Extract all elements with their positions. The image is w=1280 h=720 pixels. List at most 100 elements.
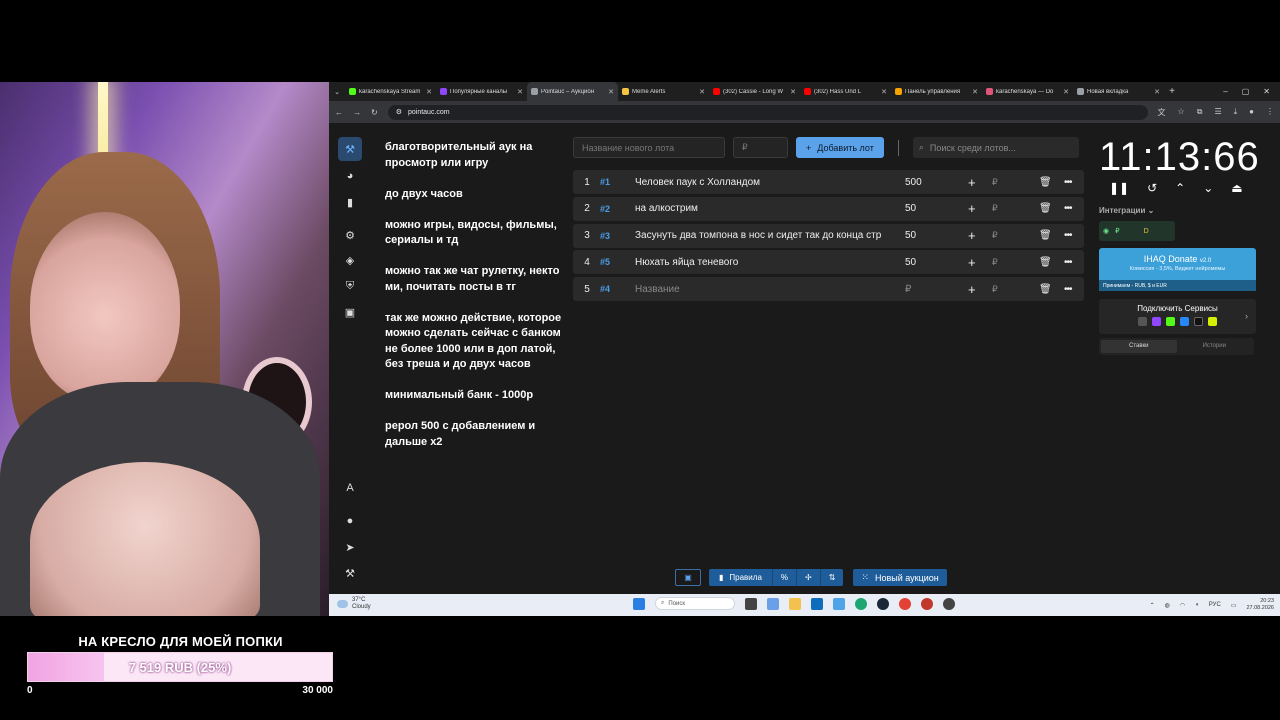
more-options-icon[interactable]: ••• bbox=[1064, 177, 1072, 188]
lot-name-input[interactable]: Нюхать яйца теневого bbox=[635, 257, 893, 268]
reset-icon[interactable]: ↺ bbox=[1147, 181, 1157, 195]
lot-amount-input[interactable]: 500 bbox=[905, 177, 945, 188]
add-amount-icon[interactable]: + bbox=[968, 282, 976, 297]
more-options-icon[interactable]: ••• bbox=[1064, 230, 1072, 241]
widgets-icon[interactable] bbox=[767, 597, 779, 610]
lot-name-input[interactable]: Засунуть два томпона в нос и сидет так д… bbox=[635, 230, 893, 241]
edge-icon[interactable] bbox=[855, 597, 867, 610]
delete-lot-icon[interactable]: 🗑 bbox=[1039, 203, 1052, 214]
taskbar-search[interactable]: ⌕ Поиск bbox=[655, 597, 735, 610]
delete-lot-icon[interactable]: 🗑 bbox=[1039, 257, 1052, 268]
connect-services[interactable]: Подключить Сервисы › bbox=[1099, 299, 1256, 334]
rub-icon[interactable]: ₽ bbox=[992, 177, 998, 188]
forward-icon[interactable]: → bbox=[353, 108, 361, 117]
wifi-icon[interactable]: ◠ bbox=[1180, 602, 1185, 609]
add-amount-icon[interactable]: + bbox=[968, 175, 976, 190]
windows-start-icon[interactable] bbox=[633, 597, 645, 610]
site-info-icon[interactable]: ⚙ bbox=[396, 108, 402, 116]
tab-close-icon[interactable]: ✕ bbox=[1063, 88, 1069, 96]
browser-tab[interactable]: (302) Hass Und L ✕ bbox=[800, 82, 891, 101]
lot-amount-input[interactable]: 50 bbox=[905, 203, 945, 214]
browser-tab[interactable]: Pointauc – Аукцион ✕ bbox=[527, 82, 618, 101]
percent-icon[interactable]: % bbox=[773, 569, 798, 586]
app-icon[interactable] bbox=[921, 597, 933, 610]
maximize-icon[interactable]: ▢ bbox=[1242, 87, 1250, 96]
tab-close-icon[interactable]: ✕ bbox=[1154, 88, 1160, 96]
tab-history[interactable]: Истории bbox=[1177, 340, 1253, 353]
delete-lot-icon[interactable]: 🗑 bbox=[1039, 230, 1052, 241]
collapse-icon[interactable]: ⏏ bbox=[1231, 181, 1242, 195]
new-auction-button[interactable]: ⁙ Новый аукцион bbox=[853, 569, 947, 586]
time-down-icon[interactable]: ⌄ bbox=[1203, 181, 1213, 195]
add-lot-button[interactable]: + Добавить лот bbox=[796, 137, 884, 158]
more-options-icon[interactable]: ••• bbox=[1064, 284, 1072, 295]
github-icon[interactable]: ● bbox=[338, 509, 362, 533]
tab-close-icon[interactable]: ✕ bbox=[517, 88, 523, 96]
telegram-icon[interactable]: ➤ bbox=[338, 535, 362, 559]
new-tab-icon[interactable]: + bbox=[1164, 86, 1180, 97]
delete-lot-icon[interactable]: 🗑 bbox=[1039, 284, 1052, 295]
add-amount-icon[interactable]: + bbox=[968, 201, 976, 216]
lot-amount-input[interactable]: 50 bbox=[905, 257, 945, 268]
translate-icon[interactable]: 文 bbox=[1158, 107, 1166, 118]
address-bar[interactable]: ⚙ pointauc.com bbox=[387, 104, 1148, 120]
lot-row[interactable]: 4 #5 Нюхать яйца теневого 50 + ₽ 🗑 ••• bbox=[573, 250, 1084, 275]
browser-tab[interactable]: karachenskaya — Do ✕ bbox=[982, 82, 1073, 101]
save-icon[interactable]: ▣ bbox=[675, 569, 701, 586]
lot-amount-input[interactable]: 50 bbox=[905, 230, 945, 241]
auction-hammer-icon[interactable]: ⚒ bbox=[338, 137, 362, 161]
more-options-icon[interactable]: ••• bbox=[1064, 203, 1072, 214]
pause-icon[interactable]: ❚❚ bbox=[1109, 181, 1129, 195]
obs-icon[interactable] bbox=[943, 597, 955, 610]
history-icon[interactable]: ▣ bbox=[338, 300, 362, 324]
browser-tab[interactable]: (302) Cassie - Long W ✕ bbox=[709, 82, 800, 101]
layers-icon[interactable]: ◈ bbox=[338, 248, 362, 272]
language-indicator[interactable]: РУС bbox=[1209, 602, 1221, 608]
tools-icon[interactable]: ⚒ bbox=[338, 561, 362, 585]
download-icon[interactable]: ⤓ bbox=[1234, 107, 1238, 118]
lot-search-input[interactable]: ⌕ Поиск среди лотов... bbox=[912, 137, 1079, 158]
integrations-toggle[interactable]: Интеграции ⌄ bbox=[1099, 206, 1154, 215]
add-amount-icon[interactable]: + bbox=[968, 255, 976, 270]
tab-close-icon[interactable]: ✕ bbox=[426, 88, 432, 96]
browser-tab[interactable]: Meme Alerts ✕ bbox=[618, 82, 709, 101]
settings-icon[interactable]: ⚙ bbox=[338, 223, 362, 247]
lot-row[interactable]: 3 #3 Засунуть два томпона в нос и сидет та… bbox=[573, 223, 1084, 248]
explorer-icon[interactable] bbox=[789, 597, 801, 610]
rules-button[interactable]: ▮ Правила bbox=[709, 569, 773, 586]
new-lot-name-input[interactable]: Название нового лота bbox=[573, 137, 725, 158]
rub-icon[interactable]: ₽ bbox=[992, 284, 998, 295]
tab-close-icon[interactable]: ✕ bbox=[790, 88, 796, 96]
new-lot-amount-input[interactable]: ₽ bbox=[733, 137, 788, 158]
bookmark-star-icon[interactable]: ☆ bbox=[1178, 107, 1185, 118]
browser-tab[interactable]: karachenskaya Stream ✕ bbox=[345, 82, 436, 101]
lot-name-input[interactable]: на алкострим bbox=[635, 203, 893, 214]
reload-icon[interactable]: ↻ bbox=[371, 108, 378, 117]
rub-icon[interactable]: ₽ bbox=[992, 257, 998, 268]
sort-icon[interactable]: ⇅ bbox=[821, 569, 844, 586]
steam-icon[interactable] bbox=[877, 597, 889, 610]
chrome-icon[interactable] bbox=[899, 597, 911, 610]
add-amount-icon[interactable]: + bbox=[968, 228, 976, 243]
ihaq-donate-banner[interactable]: IHAQ Donate v2.0 Комиссия - 3,5%, Виджет… bbox=[1099, 248, 1256, 291]
profile-avatar[interactable]: ● bbox=[1249, 107, 1254, 118]
tab-close-icon[interactable]: ✕ bbox=[608, 88, 614, 96]
lot-row[interactable]: 5 #4 Название ₽ + ₽ 🗑 ••• bbox=[573, 277, 1084, 302]
translate-icon[interactable]: A bbox=[338, 476, 362, 500]
tab-close-icon[interactable]: ✕ bbox=[881, 88, 887, 96]
rub-icon[interactable]: ₽ bbox=[992, 203, 998, 214]
task-view-icon[interactable] bbox=[745, 597, 757, 610]
lot-row[interactable]: 1 #1 Человек паук с Холландом 500 + ₽ 🗑 ••• bbox=[573, 170, 1084, 194]
minimize-icon[interactable]: – bbox=[1223, 87, 1227, 96]
rub-icon[interactable]: ₽ bbox=[992, 230, 998, 241]
lot-name-input[interactable]: Человек паук с Холландом bbox=[635, 177, 893, 188]
menu-icon[interactable]: ⋮ bbox=[1266, 107, 1274, 118]
browser-tab[interactable]: Панель управления ✕ bbox=[891, 82, 982, 101]
tray-chevron-icon[interactable]: ⌃ bbox=[1150, 602, 1155, 609]
delete-lot-icon[interactable]: 🗑 bbox=[1039, 177, 1052, 188]
close-window-icon[interactable]: ✕ bbox=[1263, 87, 1270, 96]
browser-tab[interactable]: Новая вкладка ✕ bbox=[1073, 82, 1164, 101]
tab-close-icon[interactable]: ✕ bbox=[699, 88, 705, 96]
move-icon[interactable]: ✢ bbox=[797, 569, 821, 586]
lot-name-input[interactable]: Название bbox=[635, 284, 893, 295]
